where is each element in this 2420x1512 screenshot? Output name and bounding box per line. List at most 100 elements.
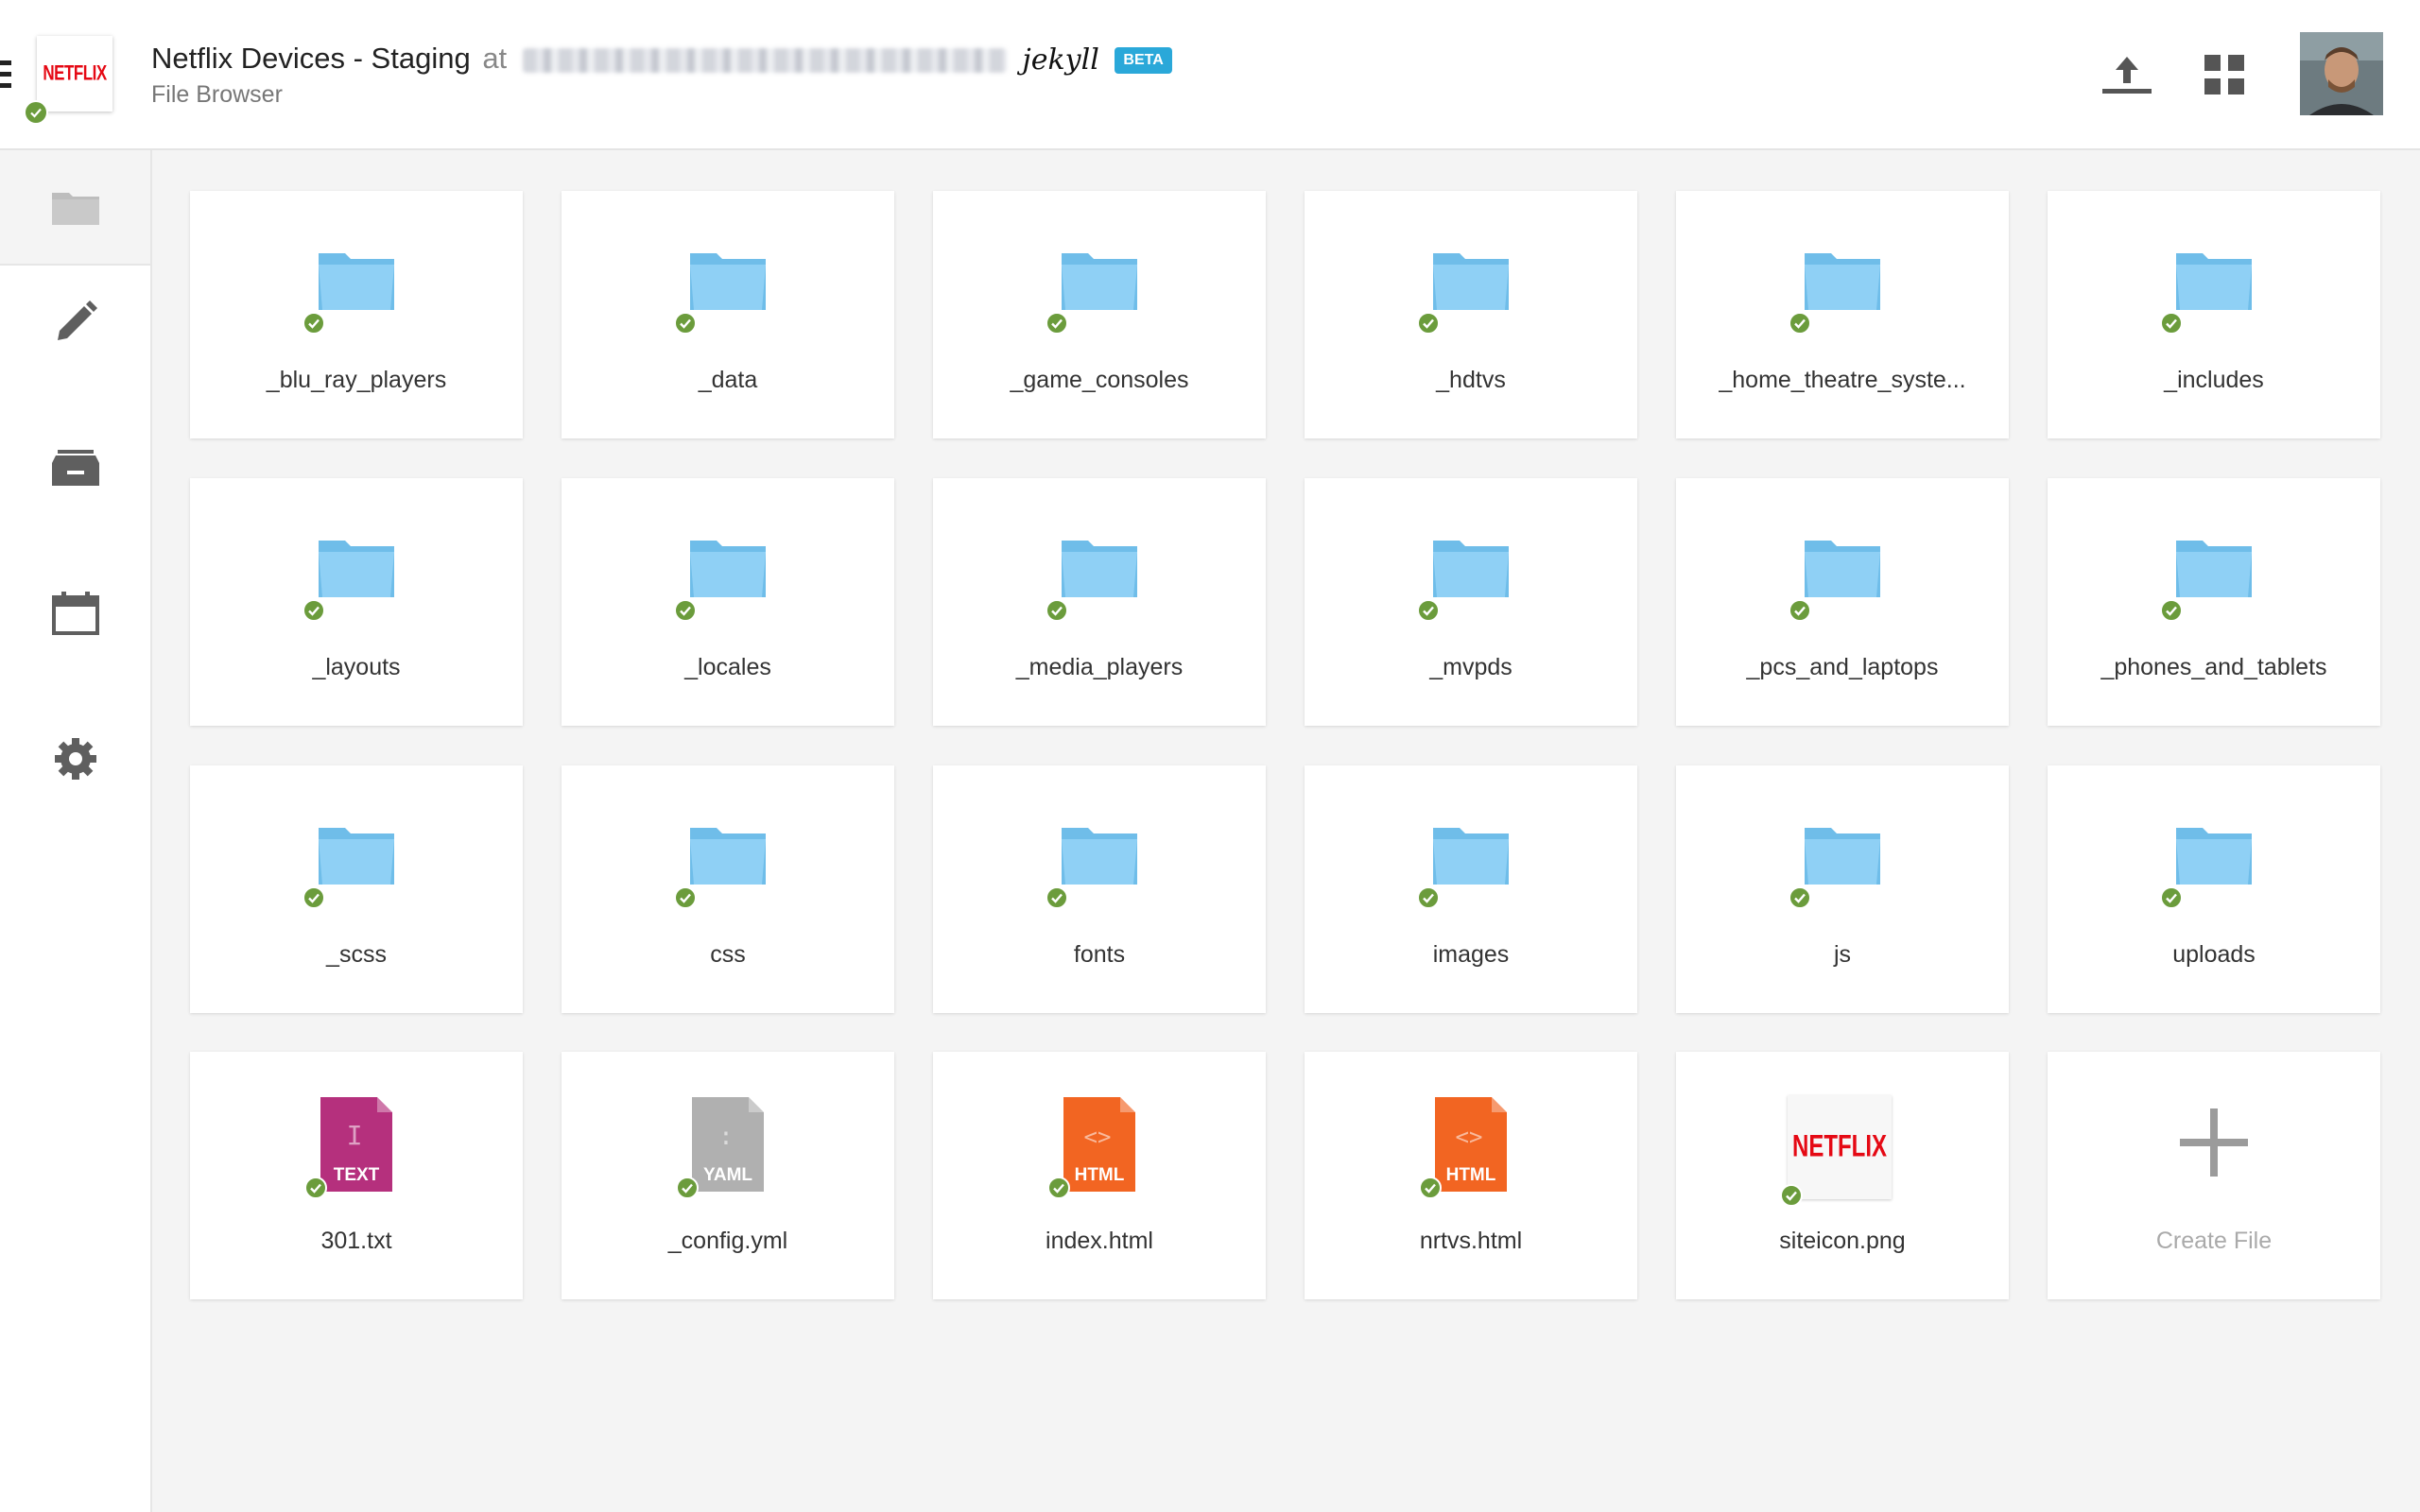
sidebar-item-edit[interactable] <box>0 266 150 379</box>
folder-card[interactable]: css <box>562 765 894 1013</box>
sidebar-item-calendar[interactable] <box>0 557 150 670</box>
folder-icon <box>1046 236 1145 335</box>
folder-card[interactable]: _data <box>562 191 894 438</box>
image-file-icon: NETFLIX <box>1780 1095 1892 1207</box>
folder-card[interactable]: _scss <box>190 765 523 1013</box>
sidebar-item-archive[interactable] <box>0 411 150 524</box>
folder-card[interactable]: _phones_and_tablets <box>2048 478 2380 726</box>
svg-text::: : <box>718 1123 734 1151</box>
grid-view-icon[interactable] <box>2203 53 2246 96</box>
folder-icon <box>1046 811 1145 909</box>
folder-card[interactable]: _media_players <box>933 478 1266 726</box>
svg-text:TEXT: TEXT <box>334 1165 380 1185</box>
file-name-label: _blu_ray_players <box>266 367 447 393</box>
file-name-label: index.html <box>1046 1228 1153 1254</box>
html-file-icon: <> HTML <box>1419 1097 1516 1199</box>
file-name-label: _media_players <box>1015 654 1184 680</box>
file-card[interactable]: <> HTML nrtvs.html <box>1305 1052 1637 1299</box>
folder-card[interactable]: js <box>1676 765 2009 1013</box>
svg-text:I: I <box>347 1120 363 1151</box>
create-file-card[interactable]: Create File <box>2048 1052 2380 1299</box>
file-card[interactable]: I TEXT 301.txt <box>190 1052 523 1299</box>
folder-icon <box>302 524 402 622</box>
folder-card[interactable]: _pcs_and_laptops <box>1676 478 2009 726</box>
folder-card[interactable]: images <box>1305 765 1637 1013</box>
folder-card[interactable]: uploads <box>2048 765 2380 1013</box>
folder-card[interactable]: _mvpds <box>1305 478 1637 726</box>
calendar-icon <box>51 592 99 635</box>
menu-icon[interactable] <box>0 60 11 89</box>
file-name-label: js <box>1833 941 1852 968</box>
sync-check-icon <box>302 312 325 335</box>
file-name-label: fonts <box>1073 941 1126 968</box>
sync-check-icon <box>674 886 697 909</box>
sync-check-icon <box>302 599 325 622</box>
jekyll-logo: jekyll <box>1022 43 1099 77</box>
app-header: NETFLIX Netflix Devices - Staging at jek… <box>0 0 2420 150</box>
upload-icon[interactable] <box>2100 51 2153 98</box>
sync-check-icon <box>2160 599 2183 622</box>
file-name-label: _hdtvs <box>1436 367 1506 393</box>
folder-icon <box>1789 811 1888 909</box>
sync-check-icon <box>1046 886 1068 909</box>
folder-icon <box>674 811 773 909</box>
folder-card[interactable]: _hdtvs <box>1305 191 1637 438</box>
sidebar-item-settings[interactable] <box>0 702 150 816</box>
user-avatar[interactable] <box>2300 32 2383 115</box>
text-file-icon: I TEXT <box>304 1097 402 1199</box>
svg-text:HTML: HTML <box>1446 1165 1496 1185</box>
folder-card[interactable]: _game_consoles <box>933 191 1266 438</box>
sync-check-icon <box>302 886 325 909</box>
folder-icon <box>2160 811 2259 909</box>
folder-icon <box>2160 236 2259 335</box>
plus-icon <box>2169 1097 2259 1188</box>
html-file-icon: <> HTML <box>1047 1097 1145 1199</box>
svg-text:<>: <> <box>1084 1124 1112 1150</box>
folder-card[interactable]: _home_theatre_syste... <box>1676 191 2009 438</box>
file-name-label: _mvpds <box>1429 654 1512 680</box>
sync-check-icon <box>1417 312 1440 335</box>
site-logo[interactable]: NETFLIX <box>24 36 112 125</box>
folder-card[interactable]: fonts <box>933 765 1266 1013</box>
site-url-redacted <box>522 47 1007 73</box>
folder-card[interactable]: _blu_ray_players <box>190 191 523 438</box>
page-title: Netflix Devices - Staging at jekyll BETA <box>151 42 1172 77</box>
folder-icon <box>1046 524 1145 622</box>
file-card[interactable]: NETFLIX siteicon.png <box>1676 1052 2009 1299</box>
file-name-label: images <box>1432 941 1510 968</box>
folder-icon <box>302 811 402 909</box>
file-card[interactable]: : YAML _config.yml <box>562 1052 894 1299</box>
file-card[interactable]: <> HTML index.html <box>933 1052 1266 1299</box>
site-name: Netflix Devices - Staging <box>151 42 471 75</box>
file-name-label: _home_theatre_syste... <box>1719 367 1966 393</box>
folder-card[interactable]: _layouts <box>190 478 523 726</box>
file-name-label: _pcs_and_laptops <box>1746 654 1939 680</box>
sync-check-icon <box>1780 1184 1803 1207</box>
sync-check-icon <box>1419 1177 1442 1199</box>
sync-check-icon <box>2160 886 2183 909</box>
folder-card[interactable]: _locales <box>562 478 894 726</box>
file-name-label: _game_consoles <box>1010 367 1189 393</box>
sidebar <box>0 150 152 1512</box>
sync-check-icon <box>1789 312 1811 335</box>
pencil-icon <box>57 301 97 340</box>
folder-icon <box>1417 236 1516 335</box>
file-name-label: uploads <box>2172 941 2256 968</box>
sync-check-icon <box>1789 886 1811 909</box>
sync-check-icon <box>1047 1177 1070 1199</box>
sync-check-icon <box>24 100 48 125</box>
file-name-label: 301.txt <box>320 1228 392 1254</box>
folder-icon <box>1789 236 1888 335</box>
create-file-label: Create File <box>2155 1228 2273 1254</box>
sidebar-item-files[interactable] <box>0 150 150 266</box>
folder-card[interactable]: _includes <box>2048 191 2380 438</box>
folder-icon <box>674 236 773 335</box>
gear-icon <box>54 738 96 780</box>
sync-check-icon <box>2160 312 2183 335</box>
page-subtitle: File Browser <box>151 81 283 108</box>
yaml-file-icon: : YAML <box>676 1097 773 1199</box>
file-name-label: _locales <box>684 654 771 680</box>
file-name-label: siteicon.png <box>1779 1228 1906 1254</box>
svg-text:<>: <> <box>1456 1124 1483 1150</box>
sync-check-icon <box>674 312 697 335</box>
